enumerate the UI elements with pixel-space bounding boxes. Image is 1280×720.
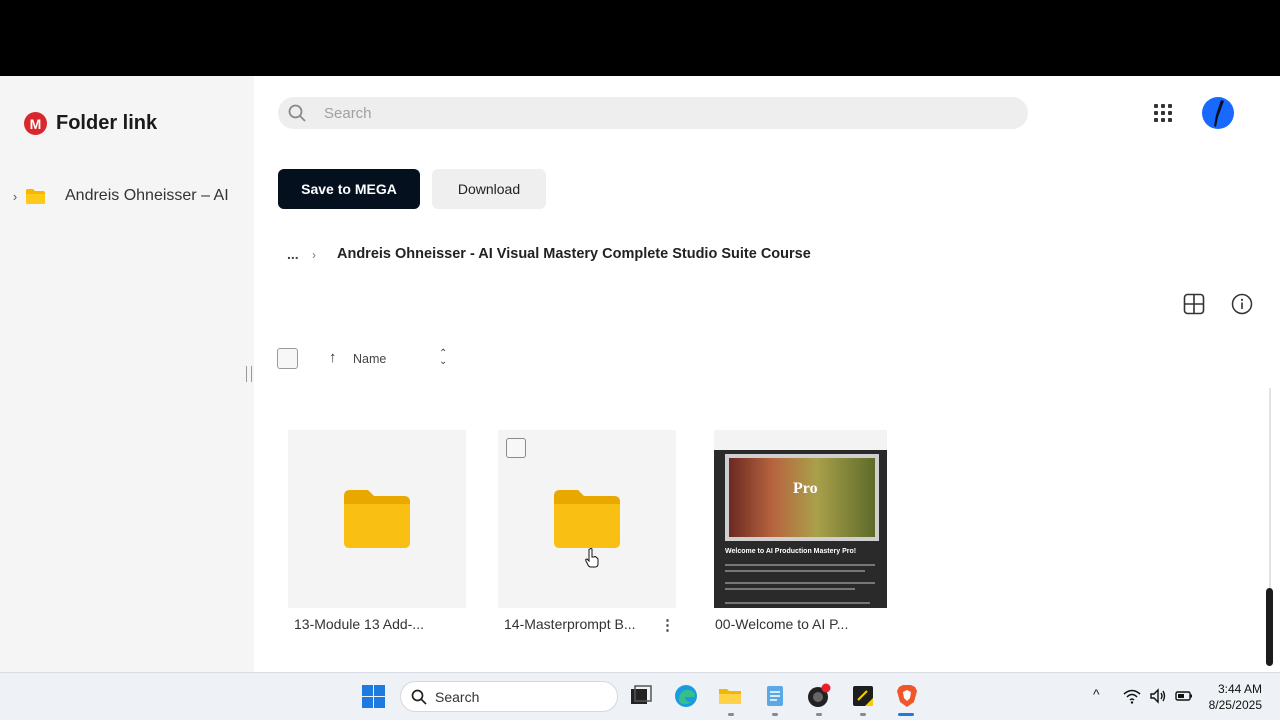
sort-toggle-icon[interactable]: ⌃ ⌄ — [439, 349, 447, 367]
browser-top-bar — [0, 0, 1280, 76]
sidebar: M Folder link › Andreis Ohneisser – AI — [0, 76, 254, 672]
taskbar-clock[interactable]: 3:44 AM 8/25/2025 — [1198, 681, 1262, 713]
search-icon — [288, 104, 306, 122]
chevron-up-icon[interactable]: ^ — [1093, 686, 1100, 702]
scrollbar[interactable] — [1259, 388, 1279, 666]
brave-browser-icon[interactable] — [894, 683, 920, 709]
system-tray — [1123, 687, 1193, 705]
chevron-right-icon: › — [312, 248, 316, 262]
thumbnail-text-line — [725, 570, 865, 572]
folder-icon — [554, 490, 620, 548]
folder-icon — [344, 490, 410, 548]
thumbnail-text-line — [725, 582, 875, 584]
folder-name[interactable]: 14-Masterprompt B... — [504, 616, 636, 632]
battery-icon[interactable] — [1175, 687, 1193, 705]
sticky-notes-icon[interactable] — [850, 683, 876, 709]
search-icon — [411, 689, 427, 705]
save-to-mega-button[interactable]: Save to MEGA — [278, 169, 420, 209]
hand-cursor-icon — [585, 548, 599, 568]
thumbnail-text-line — [725, 564, 875, 566]
info-icon[interactable] — [1231, 293, 1253, 315]
search-input[interactable] — [324, 104, 924, 122]
wifi-icon[interactable] — [1123, 687, 1141, 705]
running-indicator — [860, 713, 866, 716]
running-indicator — [728, 713, 734, 716]
thumbnail-text-line — [725, 588, 855, 590]
thumbnail-word: Pro — [793, 480, 818, 497]
mega-folder-link-app: M Folder link › Andreis Ohneisser – AI S… — [0, 76, 1280, 672]
taskbar-search-label: Search — [435, 688, 480, 705]
thumbnail-title: Welcome to AI Production Mastery Pro! — [725, 548, 857, 555]
avatar[interactable] — [1202, 97, 1234, 129]
folder-card[interactable] — [288, 430, 466, 608]
windows-start-icon[interactable] — [362, 685, 385, 708]
sidebar-folder-tree-item[interactable]: › Andreis Ohneisser – AI — [8, 184, 248, 208]
mega-logo-icon[interactable]: M — [24, 112, 47, 135]
taskbar-search[interactable]: Search — [400, 681, 618, 712]
breadcrumb-current: Andreis Ohneisser - AI Visual Mastery Co… — [337, 246, 811, 262]
avatar-image — [1214, 100, 1224, 127]
item-checkbox[interactable] — [506, 438, 526, 458]
active-indicator — [898, 713, 914, 716]
more-options-icon[interactable]: ⋮ — [660, 616, 675, 634]
brand-title: Folder link — [56, 112, 158, 134]
volume-icon[interactable] — [1149, 687, 1167, 705]
folder-icon — [26, 188, 45, 204]
sort-header: ↑ Name ⌃ ⌄ — [277, 348, 477, 370]
search-bar[interactable] — [278, 97, 1028, 129]
select-all-checkbox[interactable] — [277, 348, 298, 369]
thumbnail-image: Pro — [729, 458, 875, 537]
edge-browser-icon[interactable] — [673, 683, 699, 709]
thumbnail-header — [714, 430, 887, 450]
clock-date: 8/25/2025 — [1208, 698, 1262, 712]
thumbnail-text-line — [725, 602, 870, 604]
chevron-right-icon[interactable]: › — [8, 189, 22, 204]
file-thumbnail[interactable]: Pro Welcome to AI Production Mastery Pro… — [714, 430, 887, 608]
notepad-icon[interactable] — [762, 683, 788, 709]
task-view-icon[interactable] — [628, 683, 654, 709]
sidebar-folder-label: Andreis Ohneisser – AI — [65, 187, 229, 204]
windows-taskbar: Search ^ 3:44 AM 8/25/2025 — [0, 672, 1280, 720]
scroll-thumb[interactable] — [1266, 588, 1273, 666]
sort-name-label[interactable]: Name — [353, 352, 386, 366]
sidebar-resize-handle[interactable] — [246, 366, 252, 382]
file-explorer-icon[interactable] — [717, 683, 743, 709]
brand: M Folder link — [24, 112, 157, 135]
obs-record-icon[interactable] — [806, 683, 832, 709]
arrow-up-icon[interactable]: ↑ — [329, 349, 337, 366]
running-indicator — [772, 713, 778, 716]
breadcrumb-more-button[interactable]: ... — [287, 246, 299, 262]
clock-time: 3:44 AM — [1217, 682, 1262, 696]
grid-view-icon[interactable] — [1183, 293, 1205, 315]
file-name[interactable]: 00-Welcome to AI P... — [715, 616, 848, 632]
apps-grid-icon[interactable] — [1152, 102, 1174, 124]
folder-card[interactable] — [498, 430, 676, 608]
running-indicator — [816, 713, 822, 716]
thumbnail-frame: Pro — [725, 454, 879, 541]
download-button[interactable]: Download — [432, 169, 546, 209]
folder-name[interactable]: 13-Module 13 Add-... — [294, 616, 424, 632]
